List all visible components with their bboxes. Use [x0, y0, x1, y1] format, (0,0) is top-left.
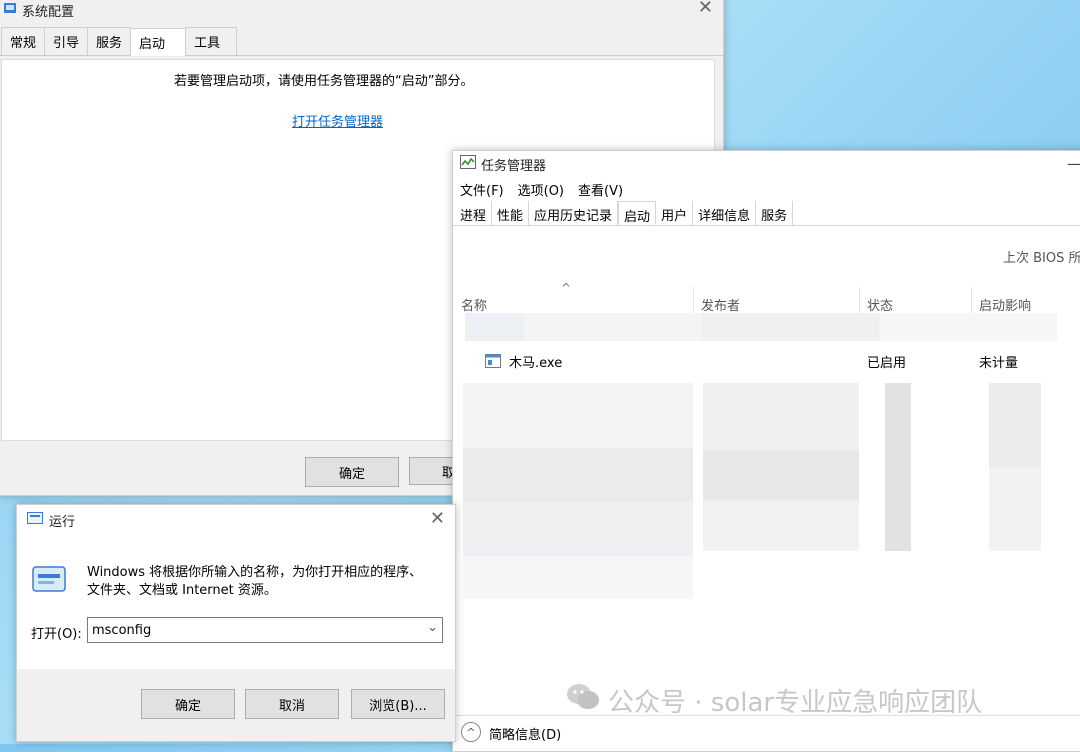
- menu-file[interactable]: 文件(F): [460, 180, 504, 199]
- exe-icon: [485, 354, 501, 372]
- task-manager-window: 任务管理器 — 文件(F) 选项(O) 查看(V) 进程 性能 应用历史记录 启…: [452, 150, 1080, 752]
- run-description-1: Windows 将根据你所输入的名称，为你打开相应的程序、: [87, 565, 423, 580]
- run-titlebar[interactable]: 运行 ✕: [17, 505, 455, 535]
- run-title: 运行: [49, 514, 76, 530]
- open-task-manager-link[interactable]: 打开任务管理器: [292, 111, 383, 130]
- run-browse-button[interactable]: 浏览(B)...: [351, 689, 445, 719]
- menu-view[interactable]: 查看(V): [578, 180, 623, 199]
- taskmgr-title: 任务管理器: [481, 158, 547, 174]
- watermark-text: 公众号 · solar专业应急响应团队: [608, 688, 983, 718]
- run-cancel-button[interactable]: 取消: [245, 689, 339, 719]
- blurred-row: [465, 313, 1057, 341]
- table-row[interactable]: 木马.exe 已启用 未计量: [453, 349, 1080, 373]
- last-bios-time: 上次 BIOS 所: [1003, 251, 1080, 266]
- msconfig-tabs: 常规 引导 服务 启动 工具: [0, 25, 723, 56]
- close-icon[interactable]: ✕: [430, 508, 445, 529]
- tab-users[interactable]: 用户: [656, 201, 694, 225]
- column-impact[interactable]: 启动影响: [979, 295, 1031, 314]
- row-name: 木马.exe: [509, 356, 563, 371]
- tab-startup[interactable]: 启动: [618, 201, 657, 225]
- tab-services[interactable]: 服务: [87, 27, 132, 55]
- menu-options[interactable]: 选项(O): [518, 180, 564, 199]
- run-ok-button[interactable]: 确定: [141, 689, 235, 719]
- msconfig-app-icon: [3, 1, 17, 19]
- fewer-details-button[interactable]: 简略信息(D): [489, 724, 561, 743]
- run-program-icon: [31, 565, 67, 597]
- tab-startup[interactable]: 启动: [130, 28, 187, 56]
- minimize-icon[interactable]: —: [1067, 154, 1080, 173]
- tab-services[interactable]: 服务: [756, 201, 794, 225]
- wechat-icon: [566, 682, 600, 719]
- open-label: 打开(O):: [31, 627, 82, 642]
- menu-bar: 文件(F) 选项(O) 查看(V): [453, 177, 1080, 201]
- tab-processes[interactable]: 进程: [455, 201, 493, 225]
- startup-message: 若要管理启动项，请使用任务管理器的“启动”部分。: [174, 74, 474, 89]
- tab-tools[interactable]: 工具: [185, 27, 238, 55]
- blurred-impact: [989, 383, 1041, 551]
- column-status[interactable]: 状态: [867, 295, 893, 314]
- task-manager-icon: [460, 155, 476, 173]
- run-dialog: 运行 ✕ Windows 将根据你所输入的名称，为你打开相应的程序、 文件夹、文…: [16, 504, 456, 742]
- sort-up-icon: ^: [561, 281, 572, 295]
- chevron-up-icon[interactable]: ^: [461, 722, 481, 742]
- chevron-down-icon[interactable]: ⌄: [427, 620, 438, 635]
- blurred-rows: [463, 383, 693, 599]
- taskmgr-titlebar[interactable]: 任务管理器 —: [453, 151, 1080, 177]
- msconfig-titlebar[interactable]: 系统配置 ✕: [0, 0, 723, 25]
- tab-general[interactable]: 常规: [1, 27, 46, 55]
- run-command-value: msconfig: [92, 622, 152, 638]
- tab-details[interactable]: 详细信息: [693, 201, 757, 225]
- run-small-icon: [27, 512, 43, 528]
- taskmgr-tabs: 进程 性能 应用历史记录 启动 用户 详细信息 服务: [453, 201, 1080, 226]
- watermark: 公众号 · solar专业应急响应团队: [566, 682, 982, 719]
- row-impact: 未计量: [979, 356, 1019, 371]
- run-body: Windows 将根据你所输入的名称，为你打开相应的程序、 文件夹、文档或 In…: [17, 535, 455, 669]
- msconfig-title: 系统配置: [22, 4, 75, 20]
- column-publisher[interactable]: 发布者: [701, 295, 740, 314]
- row-status: 已启用: [867, 356, 907, 371]
- column-name[interactable]: 名称: [461, 295, 487, 314]
- tab-app-history[interactable]: 应用历史记录: [529, 201, 619, 225]
- close-icon[interactable]: ✕: [698, 0, 713, 18]
- tab-performance[interactable]: 性能: [492, 201, 530, 225]
- run-command-input[interactable]: msconfig ⌄: [87, 617, 443, 643]
- blurred-status: [885, 383, 911, 551]
- run-description-2: 文件夹、文档或 Internet 资源。: [87, 583, 277, 598]
- ok-button[interactable]: 确定: [305, 457, 399, 487]
- tab-boot[interactable]: 引导: [44, 27, 89, 55]
- blurred-publisher: [703, 383, 859, 551]
